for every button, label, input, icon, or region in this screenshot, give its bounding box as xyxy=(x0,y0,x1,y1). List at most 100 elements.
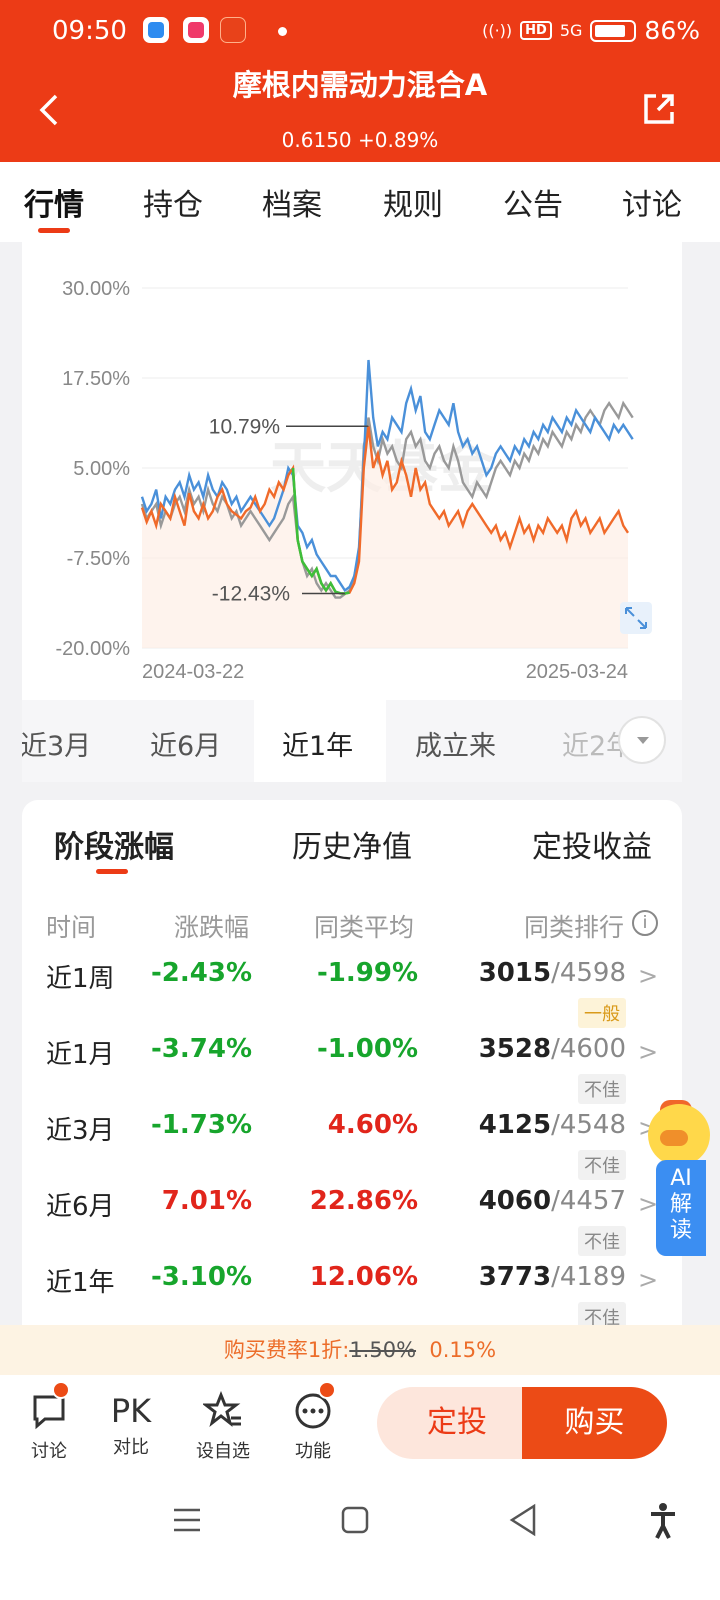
rank-value: 3773 xyxy=(478,1262,552,1292)
back-nav-icon[interactable] xyxy=(508,1500,538,1540)
min-value-label: -12.43% xyxy=(212,582,290,605)
chevron-right-icon: > xyxy=(638,962,659,990)
battery-percent: 86% xyxy=(644,16,700,45)
rank-badge: 不佳 xyxy=(578,1226,626,1256)
promo-old-rate: 1.50% xyxy=(349,1338,417,1362)
y-tick-label: 30.00% xyxy=(62,278,130,300)
ai-label: AI xyxy=(670,1166,692,1191)
rank-badge: 不佳 xyxy=(578,1150,626,1180)
compare-label: 对比 xyxy=(113,1437,149,1458)
rank-value: 3528 xyxy=(478,1034,552,1064)
returns-tab-indicator xyxy=(96,869,128,874)
ai-interpret-button[interactable]: AI 解 读 xyxy=(656,1160,706,1256)
signal-icon: 5G xyxy=(559,21,583,40)
y-tick-label: -20.00% xyxy=(56,638,131,660)
period-since-inception[interactable]: 成立来 xyxy=(415,724,496,763)
watchlist-label: 设自选 xyxy=(196,1441,250,1462)
col-header-change: 涨跌幅 xyxy=(174,913,250,942)
row-period: 近1月 xyxy=(46,1040,115,1070)
row-rank: 3528/4600 xyxy=(479,1034,626,1064)
buy-button[interactable]: 购买 xyxy=(522,1387,667,1459)
discuss-badge xyxy=(52,1381,70,1399)
col-header-period: 时间 xyxy=(46,913,97,942)
expand-periods-button[interactable] xyxy=(618,716,666,764)
table-row[interactable]: 近6月 7.01% 22.86% 4060/4457 > 不佳 xyxy=(22,1186,682,1262)
info-icon[interactable]: i xyxy=(632,910,658,936)
x-end-label: 2025-03-24 xyxy=(526,661,628,683)
rank-value: 4125 xyxy=(478,1110,552,1140)
row-average: -1.99% xyxy=(317,958,418,988)
header: 09:50 ((·)) HD 5G 86% 摩根内需动力混合A 0.6150 +… xyxy=(0,0,720,162)
fullscreen-icon[interactable] xyxy=(620,602,652,634)
max-value-label: 10.79% xyxy=(209,415,280,438)
y-tick-label: 17.50% xyxy=(62,368,130,390)
status-bar: 09:50 ((·)) HD 5G 86% xyxy=(0,14,720,50)
page-title: 摩根内需动力混合A xyxy=(232,68,488,102)
rank-badge: 不佳 xyxy=(578,1074,626,1104)
row-rank: 3773/4189 xyxy=(479,1262,626,1292)
y-tick-label: 5.00% xyxy=(73,458,130,480)
row-change: 7.01% xyxy=(161,1186,252,1216)
tab-announcements[interactable]: 公告 xyxy=(503,180,563,224)
rank-total: /4598 xyxy=(551,958,626,988)
tab-rules[interactable]: 规则 xyxy=(383,180,443,224)
hd-icon: HD xyxy=(520,21,552,40)
rank-value: 4060 xyxy=(478,1186,552,1216)
share-icon[interactable] xyxy=(640,90,678,128)
table-row[interactable]: 近1周 -2.43% -1.99% 3015/4598 > 一般 xyxy=(22,958,682,1034)
system-nav-bar xyxy=(0,1470,720,1600)
ai-label-3: 读 xyxy=(669,1218,692,1243)
row-rank: 4060/4457 xyxy=(479,1186,626,1216)
pk-icon: PK xyxy=(110,1392,152,1430)
tab-dingtou-returns[interactable]: 定投收益 xyxy=(532,822,652,866)
menu-icon[interactable] xyxy=(172,1500,202,1540)
promo-prefix: 购买费率1折: xyxy=(223,1338,350,1362)
row-period: 近6月 xyxy=(46,1192,115,1222)
accessibility-icon[interactable] xyxy=(648,1500,678,1540)
row-period: 近1年 xyxy=(46,1268,115,1298)
compare-button[interactable]: PK 对比 xyxy=(96,1391,166,1459)
fund-app-icon xyxy=(220,17,246,43)
period-selector: 近3月 近6月 近1年 成立来 近2年 xyxy=(22,700,682,782)
row-rank: 3015/4598 xyxy=(479,958,626,988)
table-row[interactable]: 近1月 -3.74% -1.00% 3528/4600 > 不佳 xyxy=(22,1034,682,1110)
music-app-icon xyxy=(183,17,209,43)
chart-canvas: 30.00%17.50%5.00%-7.50%-20.00%天天基金2024-0… xyxy=(56,278,652,683)
fee-promo-banner[interactable]: 购买费率1折:1.50% 0.15% xyxy=(0,1325,720,1375)
row-change: -2.43% xyxy=(151,958,252,988)
rank-value: 3015 xyxy=(478,958,552,988)
period-6m[interactable]: 近6月 xyxy=(150,724,221,763)
discuss-button[interactable]: 讨论 xyxy=(14,1391,84,1463)
row-change: -1.73% xyxy=(151,1110,252,1140)
row-rank: 4125/4548 xyxy=(479,1110,626,1140)
battery-icon xyxy=(590,19,637,42)
tab-profile[interactable]: 档案 xyxy=(262,180,322,224)
tab-discussion[interactable]: 讨论 xyxy=(622,180,682,224)
home-icon[interactable] xyxy=(340,1500,370,1540)
period-3m[interactable]: 近3月 xyxy=(22,724,91,763)
table-row[interactable]: 近3月-1.73%4.60%4125/4548>不佳 xyxy=(22,1110,682,1186)
tab-holdings[interactable]: 持仓 xyxy=(143,180,203,224)
tab-market[interactable]: 行情 xyxy=(24,180,84,224)
returns-card: 阶段涨幅 历史净值 定投收益 时间 涨跌幅 同类平均 同类排行 i 近1周 -2.… xyxy=(22,800,682,1360)
rank-total: /4548 xyxy=(551,1110,626,1140)
functions-button[interactable]: 功能 xyxy=(278,1391,348,1463)
tab-stage-returns[interactable]: 阶段涨幅 xyxy=(54,822,174,866)
rank-total: /4600 xyxy=(551,1034,626,1064)
period-1y[interactable]: 近1年 xyxy=(282,724,354,763)
row-period: 近1周 xyxy=(46,964,115,994)
col-header-rank: 同类排行 xyxy=(524,913,625,942)
main-tabs: 行情 持仓 档案 规则 公告 讨论 xyxy=(0,162,720,242)
row-change: -3.74% xyxy=(151,1034,252,1064)
watchlist-button[interactable]: 设自选 xyxy=(188,1390,258,1463)
dingtou-button[interactable]: 定投 xyxy=(377,1387,537,1459)
notification-dot-icon xyxy=(278,27,287,36)
row-period: 近3月 xyxy=(46,1116,115,1146)
row-average: 12.06% xyxy=(309,1262,418,1292)
row-average: -1.00% xyxy=(317,1034,418,1064)
mascot-beak-icon xyxy=(660,1130,688,1146)
tab-history-nav[interactable]: 历史净值 xyxy=(292,822,412,866)
tab-active-indicator xyxy=(38,228,70,233)
bottom-action-bar: 讨论 PK 对比 设自选 功能 定投 购买 xyxy=(0,1375,720,1470)
promo-new-rate: 0.15% xyxy=(429,1338,497,1362)
